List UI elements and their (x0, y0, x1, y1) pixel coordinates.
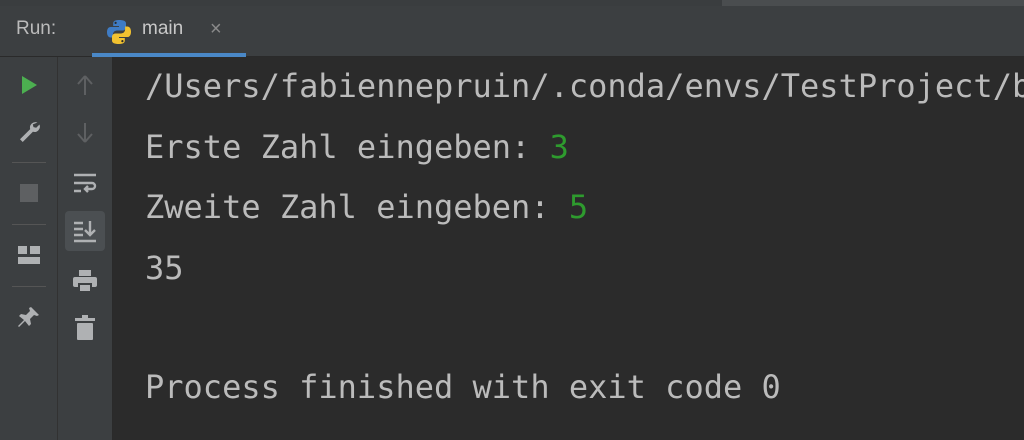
soft-wrap-icon (74, 173, 97, 193)
user-input-value: 5 (568, 188, 589, 226)
toolbar-separator (12, 224, 46, 225)
stop-icon (20, 184, 38, 202)
console-line-exit: Process finished with exit code 0 (145, 368, 781, 406)
run-label: Run: (16, 18, 57, 39)
scroll-to-end-icon (74, 221, 96, 243)
pin-icon (18, 307, 39, 327)
toolbar-separator (12, 286, 46, 287)
stop-button[interactable] (13, 177, 45, 209)
run-tool-window-header: Run: main × (0, 0, 1024, 57)
clear-button[interactable] (69, 312, 101, 344)
console-line-prompt-second: Zweite Zahl eingeben: 5 (145, 187, 588, 227)
pin-button[interactable] (13, 301, 45, 333)
console-toolbar (58, 57, 113, 440)
console-line-command: /Users/fabiennepruin/.conda/envs/TestPro… (145, 67, 1024, 105)
console-output[interactable]: /Users/fabiennepruin/.conda/envs/TestPro… (113, 57, 1024, 440)
scroll-up-button[interactable] (69, 69, 101, 101)
console-line-result: 35 (145, 249, 184, 287)
arrow-up-icon (77, 75, 93, 95)
toolbar-separator (12, 162, 46, 163)
tab-main[interactable]: main × (92, 8, 246, 57)
prompt-text: Zweite Zahl eingeben: (145, 188, 569, 226)
scroll-to-end-button[interactable] (65, 211, 105, 251)
python-icon (107, 20, 131, 44)
print-button[interactable] (69, 265, 101, 297)
arrow-down-icon (77, 123, 93, 143)
printer-icon (73, 270, 97, 293)
user-input-value: 3 (549, 128, 569, 166)
console-line-prompt-first: Erste Zahl eingeben: 3 (145, 127, 569, 167)
settings-button[interactable] (13, 115, 45, 147)
soft-wrap-button[interactable] (69, 167, 101, 199)
tab-main-label: main (142, 18, 184, 39)
wrench-icon (20, 122, 40, 142)
header-strip-right (722, 0, 1024, 6)
prompt-text: Erste Zahl eingeben: (145, 128, 550, 166)
layout-icon (18, 246, 40, 264)
trash-icon (75, 315, 95, 340)
scroll-down-button[interactable] (69, 117, 101, 149)
run-toolbar (0, 57, 58, 440)
run-button[interactable] (13, 69, 45, 101)
layout-button[interactable] (13, 239, 45, 271)
play-icon (22, 76, 37, 94)
close-icon[interactable]: × (210, 19, 222, 39)
